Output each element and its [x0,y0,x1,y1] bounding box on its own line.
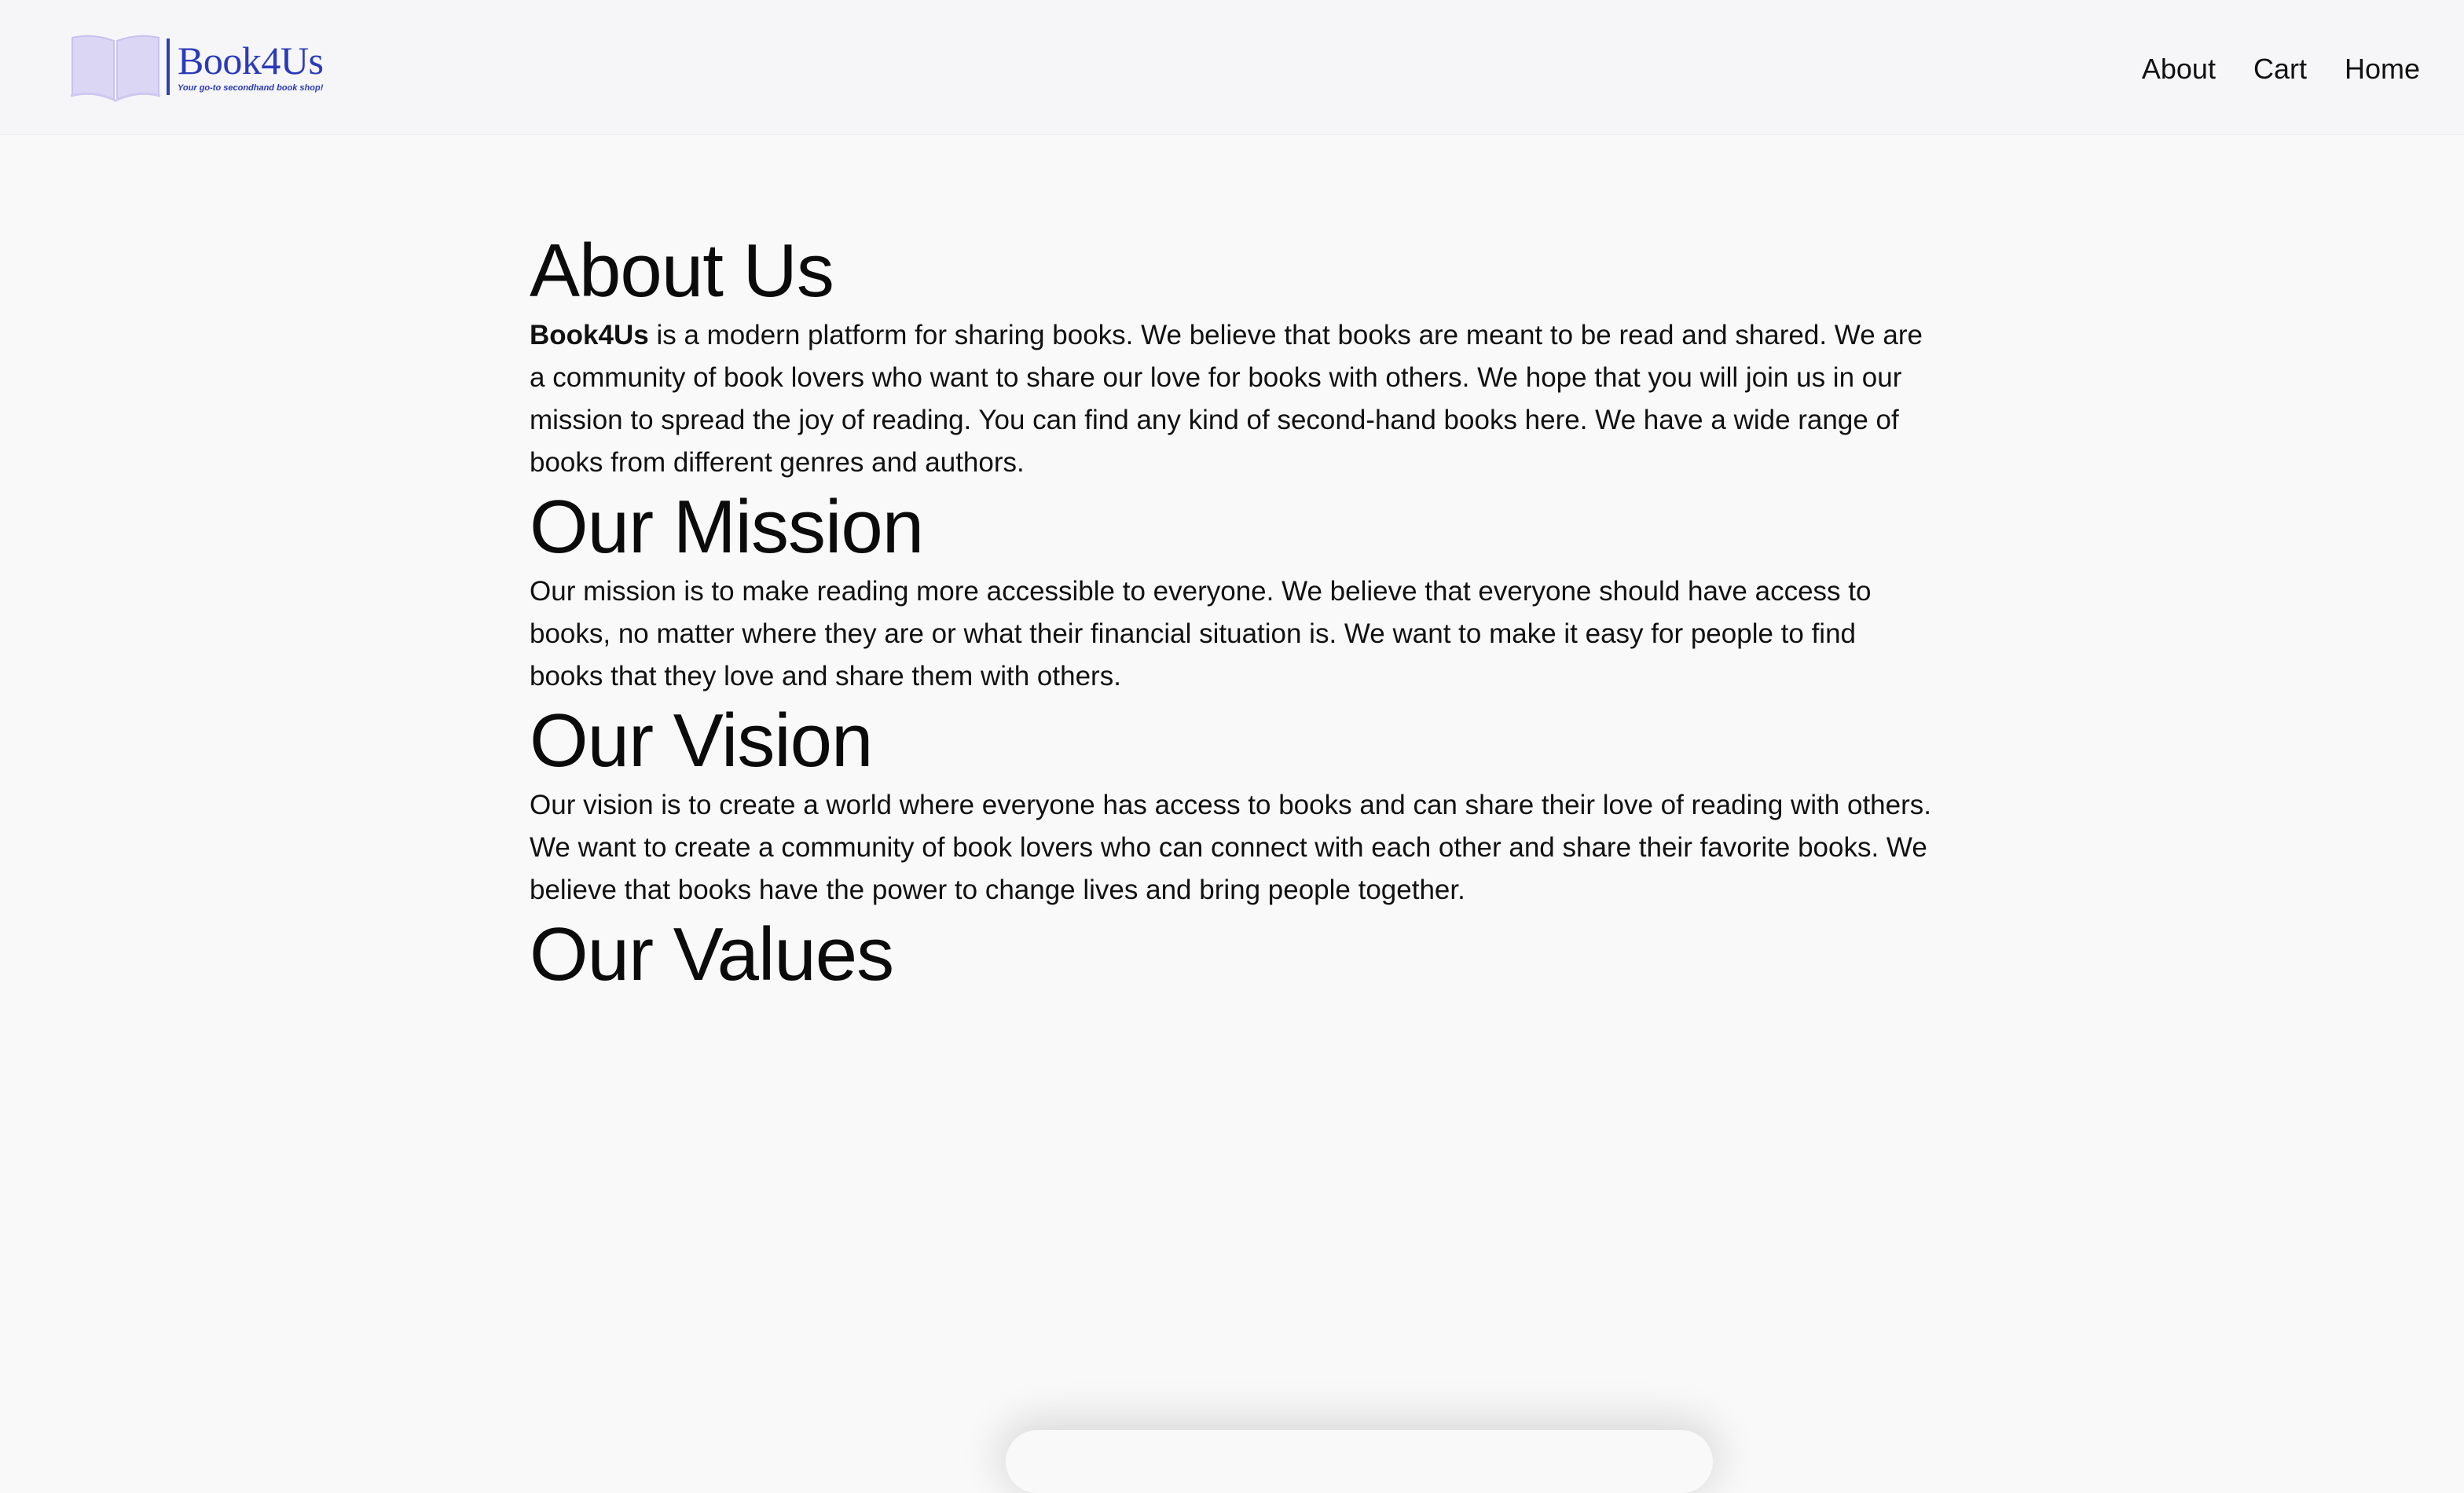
nav-link-about[interactable]: About [2142,50,2216,88]
floating-panel-shadow [1006,1430,1713,1493]
brand-name: Book4Us [530,320,649,350]
navbar: Book4Us Your go-to secondhand book shop!… [0,0,2464,135]
nav-link-home[interactable]: Home [2345,50,2420,88]
about-content: About Us Book4Us is a modern platform fo… [530,228,1936,998]
values-heading: Our Values [530,912,894,996]
logo-text: Book4Us Your go-to secondhand book shop! [178,39,324,93]
nav-link-cart[interactable]: Cart [2253,50,2307,88]
logo-title: Book4Us [178,39,324,83]
about-us-text: Book4Us is a modern platform for sharing… [530,314,1936,484]
vision-heading: Our Vision [530,699,873,783]
logo[interactable]: Book4Us Your go-to secondhand book shop! [69,31,324,102]
mission-heading: Our Mission [530,485,924,569]
logo-divider [167,39,170,95]
about-us-heading: About Us [530,229,834,313]
about-us-body: is a modern platform for sharing books. … [530,320,1923,478]
open-book-icon [70,35,161,102]
mission-text: Our mission is to make reading more acce… [530,576,1872,691]
nav-links: About Cart Home [2142,50,2420,88]
logo-tagline: Your go-to secondhand book shop! [178,83,324,93]
vision-text: Our vision is to create a world where ev… [530,790,1931,905]
